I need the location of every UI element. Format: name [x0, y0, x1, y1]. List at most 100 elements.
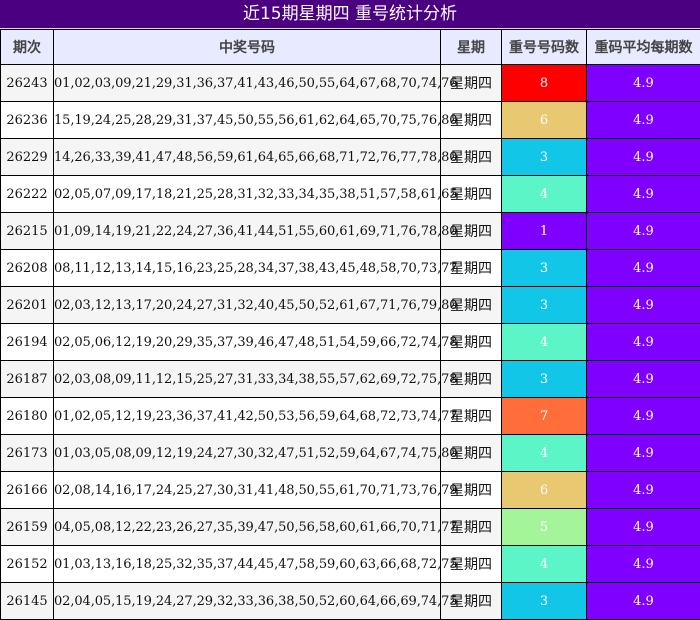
period-cell: 26236	[1, 102, 54, 139]
header-row: 期次 中奖号码 星期 重号号码数 重码平均每期数	[1, 30, 700, 65]
period-cell: 26145	[1, 583, 54, 620]
period-cell: 26201	[1, 287, 54, 324]
table-body: 2624301,02,03,09,21,29,31,36,37,41,43,46…	[1, 65, 700, 620]
day-cell: 星期四	[441, 139, 502, 176]
period-cell: 26166	[1, 472, 54, 509]
day-cell: 星期四	[441, 102, 502, 139]
numbers-cell: 15,19,24,25,28,29,31,37,45,50,55,56,61,6…	[54, 102, 441, 139]
repeat-count-cell: 8	[502, 65, 587, 102]
repeat-count-cell: 5	[502, 509, 587, 546]
average-cell: 4.9	[587, 583, 700, 620]
numbers-cell: 02,05,06,12,19,20,29,35,37,39,46,47,48,5…	[54, 324, 441, 361]
repeat-count-cell: 3	[502, 583, 587, 620]
repeat-count-cell: 6	[502, 472, 587, 509]
average-cell: 4.9	[587, 250, 700, 287]
day-cell: 星期四	[441, 324, 502, 361]
repeat-count-cell: 3	[502, 250, 587, 287]
day-cell: 星期四	[441, 287, 502, 324]
repeat-count-cell: 3	[502, 361, 587, 398]
table-row: 2618702,03,08,09,11,12,15,25,27,31,33,34…	[1, 361, 700, 398]
average-cell: 4.9	[587, 139, 700, 176]
day-cell: 星期四	[441, 435, 502, 472]
day-cell: 星期四	[441, 250, 502, 287]
average-cell: 4.9	[587, 102, 700, 139]
numbers-cell: 14,26,33,39,41,47,48,56,59,61,64,65,66,6…	[54, 139, 441, 176]
period-cell: 26187	[1, 361, 54, 398]
period-cell: 26208	[1, 250, 54, 287]
day-cell: 星期四	[441, 546, 502, 583]
numbers-cell: 01,02,03,09,21,29,31,36,37,41,43,46,50,5…	[54, 65, 441, 102]
repeat-count-cell: 4	[502, 435, 587, 472]
header-day: 星期	[441, 30, 502, 65]
average-cell: 4.9	[587, 361, 700, 398]
period-cell: 26194	[1, 324, 54, 361]
table-row: 2615201,03,13,16,18,25,32,35,37,44,45,47…	[1, 546, 700, 583]
repeat-count-cell: 4	[502, 546, 587, 583]
table-row: 2620808,11,12,13,14,15,16,23,25,28,34,37…	[1, 250, 700, 287]
period-cell: 26215	[1, 213, 54, 250]
header-average: 重码平均每期数	[587, 30, 700, 65]
period-cell: 26159	[1, 509, 54, 546]
numbers-cell: 01,03,05,08,09,12,19,24,27,30,32,47,51,5…	[54, 435, 441, 472]
page-title: 近15期星期四 重号统计分析	[0, 0, 700, 29]
average-cell: 4.9	[587, 546, 700, 583]
numbers-cell: 08,11,12,13,14,15,16,23,25,28,34,37,38,4…	[54, 250, 441, 287]
table-row: 2620102,03,12,13,17,20,24,27,31,32,40,45…	[1, 287, 700, 324]
average-cell: 4.9	[587, 176, 700, 213]
header-period: 期次	[1, 30, 54, 65]
day-cell: 星期四	[441, 176, 502, 213]
numbers-cell: 01,03,13,16,18,25,32,35,37,44,45,47,58,5…	[54, 546, 441, 583]
day-cell: 星期四	[441, 583, 502, 620]
day-cell: 星期四	[441, 509, 502, 546]
average-cell: 4.9	[587, 509, 700, 546]
day-cell: 星期四	[441, 213, 502, 250]
repeat-count-cell: 7	[502, 398, 587, 435]
average-cell: 4.9	[587, 324, 700, 361]
table-row: 2616602,08,14,16,17,24,25,27,30,31,41,48…	[1, 472, 700, 509]
repeat-count-cell: 3	[502, 139, 587, 176]
average-cell: 4.9	[587, 398, 700, 435]
repeat-count-cell: 4	[502, 176, 587, 213]
header-numbers: 中奖号码	[54, 30, 441, 65]
repeat-count-cell: 3	[502, 287, 587, 324]
table-row: 2618001,02,05,12,19,23,36,37,41,42,50,53…	[1, 398, 700, 435]
repeat-count-cell: 4	[502, 324, 587, 361]
table-row: 2622202,05,07,09,17,18,21,25,28,31,32,33…	[1, 176, 700, 213]
day-cell: 星期四	[441, 65, 502, 102]
table-row: 2624301,02,03,09,21,29,31,36,37,41,43,46…	[1, 65, 700, 102]
average-cell: 4.9	[587, 213, 700, 250]
period-cell: 26180	[1, 398, 54, 435]
table-row: 2621501,09,14,19,21,22,24,27,36,41,44,51…	[1, 213, 700, 250]
period-cell: 26222	[1, 176, 54, 213]
period-cell: 26243	[1, 65, 54, 102]
table-row: 2619402,05,06,12,19,20,29,35,37,39,46,47…	[1, 324, 700, 361]
period-cell: 26152	[1, 546, 54, 583]
numbers-cell: 01,02,05,12,19,23,36,37,41,42,50,53,56,5…	[54, 398, 441, 435]
numbers-cell: 02,04,05,15,19,24,27,29,32,33,36,38,50,5…	[54, 583, 441, 620]
table-row: 2622914,26,33,39,41,47,48,56,59,61,64,65…	[1, 139, 700, 176]
numbers-cell: 04,05,08,12,22,23,26,27,35,39,47,50,56,5…	[54, 509, 441, 546]
table-row: 2615904,05,08,12,22,23,26,27,35,39,47,50…	[1, 509, 700, 546]
day-cell: 星期四	[441, 472, 502, 509]
average-cell: 4.9	[587, 435, 700, 472]
numbers-cell: 02,03,08,09,11,12,15,25,27,31,33,34,38,5…	[54, 361, 441, 398]
table-row: 2614502,04,05,15,19,24,27,29,32,33,36,38…	[1, 583, 700, 620]
numbers-cell: 02,05,07,09,17,18,21,25,28,31,32,33,34,3…	[54, 176, 441, 213]
stats-table: 期次 中奖号码 星期 重号号码数 重码平均每期数 2624301,02,03,0…	[0, 29, 700, 620]
numbers-cell: 01,09,14,19,21,22,24,27,36,41,44,51,55,6…	[54, 213, 441, 250]
table-row: 2617301,03,05,08,09,12,19,24,27,30,32,47…	[1, 435, 700, 472]
period-cell: 26229	[1, 139, 54, 176]
average-cell: 4.9	[587, 65, 700, 102]
repeat-count-cell: 6	[502, 102, 587, 139]
table-row: 2623615,19,24,25,28,29,31,37,45,50,55,56…	[1, 102, 700, 139]
day-cell: 星期四	[441, 361, 502, 398]
repeat-count-cell: 1	[502, 213, 587, 250]
day-cell: 星期四	[441, 398, 502, 435]
header-repeat-count: 重号号码数	[502, 30, 587, 65]
stats-panel: 近15期星期四 重号统计分析 期次 中奖号码 星期 重号号码数 重码平均每期数 …	[0, 0, 700, 620]
average-cell: 4.9	[587, 472, 700, 509]
numbers-cell: 02,08,14,16,17,24,25,27,30,31,41,48,50,5…	[54, 472, 441, 509]
average-cell: 4.9	[587, 287, 700, 324]
period-cell: 26173	[1, 435, 54, 472]
numbers-cell: 02,03,12,13,17,20,24,27,31,32,40,45,50,5…	[54, 287, 441, 324]
